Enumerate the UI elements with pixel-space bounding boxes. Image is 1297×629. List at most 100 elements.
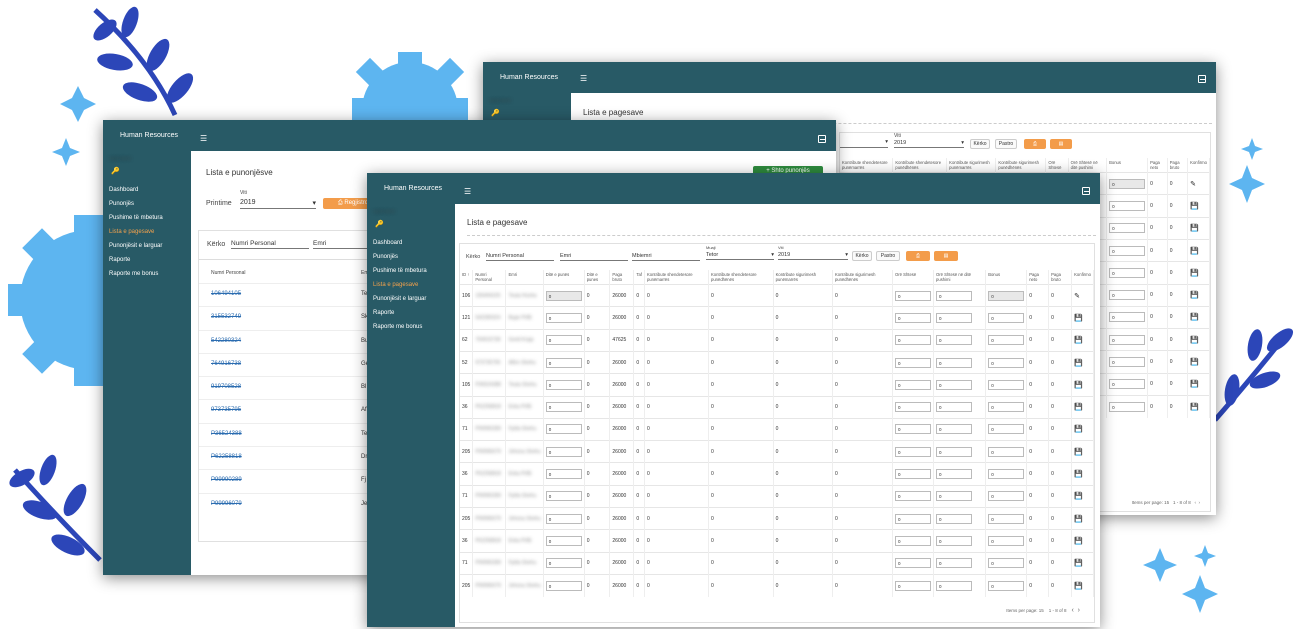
column-header[interactable]: Numri Personal (472, 270, 507, 285)
export-button[interactable]: ▤ (1050, 139, 1072, 149)
column-header[interactable]: Orë Shtesë (892, 270, 935, 285)
workdays-input[interactable]: 0 (545, 379, 582, 390)
workdays-input[interactable]: 0 (545, 446, 582, 457)
personal-number-link[interactable]: 542280324 (211, 338, 241, 344)
bonus-input[interactable]: 0 (1109, 357, 1146, 368)
bonus-input[interactable]: 0 (988, 558, 1025, 569)
column-header[interactable]: Ditë e punës (543, 270, 585, 285)
column-header[interactable]: Taf (633, 270, 645, 285)
overtime-input[interactable]: 0 (895, 402, 932, 413)
column-header[interactable]: Kontribute sigurimesh punëdhënës (995, 158, 1047, 173)
save-icon[interactable]: 💾 (1074, 560, 1083, 567)
prev-page-icon[interactable]: ‹ (1194, 500, 1196, 505)
month-select[interactable]: Tetor ▾ (706, 251, 774, 260)
clear-button[interactable]: Pastro (995, 139, 1017, 149)
save-icon[interactable]: 💾 (1190, 381, 1199, 388)
overtime-input[interactable]: 0 (895, 357, 932, 368)
exit-icon[interactable] (1198, 75, 1206, 83)
workdays-input[interactable]: 0 (545, 558, 582, 569)
overtime-input[interactable]: 0 (895, 558, 932, 569)
column-header[interactable]: Orë Shtesë në ditë pushimi (1068, 158, 1108, 173)
search-button[interactable]: Kërko (852, 251, 872, 261)
column-header[interactable]: Kontribute sigurimesh punëmarrës (773, 270, 833, 285)
bonus-input[interactable]: 0 (988, 357, 1025, 368)
key-icon[interactable]: 🔑 (367, 220, 455, 228)
edit-icon[interactable]: ✎ (1190, 181, 1196, 188)
column-header[interactable]: Bonus (1106, 158, 1149, 173)
bonus-input[interactable]: 0 (988, 491, 1025, 502)
save-icon[interactable]: 💾 (1074, 471, 1083, 478)
column-header[interactable]: Emri (505, 270, 544, 285)
prev-page-icon[interactable]: ‹ (1072, 607, 1074, 614)
holiday-overtime-input[interactable]: 0 (936, 379, 973, 390)
exit-icon[interactable] (818, 135, 826, 143)
column-header[interactable]: Kontribute shendetesore punëmarrës (840, 158, 894, 173)
holiday-overtime-input[interactable]: 0 (936, 491, 973, 502)
sidebar-item[interactable]: Pushime të mbetura (103, 211, 191, 225)
bonus-input[interactable]: 0 (1109, 290, 1146, 301)
filter-month[interactable]: ▾ (840, 138, 888, 148)
bonus-input[interactable]: 0 (988, 335, 1025, 346)
bonus-input[interactable]: 0 (988, 446, 1025, 457)
column-header[interactable]: Kontribute sigurimesh punëdhënës (832, 270, 894, 285)
sidebar-item[interactable]: Dashboard (103, 183, 191, 197)
clear-button[interactable]: Pastro (876, 251, 900, 261)
print-button[interactable]: ⎙ (906, 251, 930, 261)
save-icon[interactable]: 💾 (1190, 359, 1199, 366)
workdays-input[interactable]: 0 (545, 491, 582, 502)
save-icon[interactable]: 💾 (1190, 225, 1199, 232)
overtime-input[interactable]: 0 (895, 580, 932, 591)
bonus-input[interactable]: 0 (988, 290, 1025, 301)
column-header[interactable]: Paga neto (1026, 270, 1050, 285)
workdays-input[interactable]: 0 (545, 535, 582, 546)
overtime-input[interactable]: 0 (895, 513, 932, 524)
column-header[interactable]: ID ↑ (460, 270, 474, 285)
bonus-input[interactable]: 0 (988, 313, 1025, 323)
holiday-overtime-input[interactable]: 0 (936, 513, 973, 524)
column-header[interactable]: Kontribute shendetesore punëdhënës (892, 158, 948, 173)
export-button[interactable]: ▤ (934, 251, 958, 261)
sidebar-item[interactable]: Dashboard (367, 236, 455, 250)
personal-number-link[interactable]: 315532749 (211, 314, 241, 320)
save-icon[interactable]: 💾 (1074, 449, 1083, 456)
overtime-input[interactable]: 0 (895, 313, 932, 323)
column-header[interactable]: Bonus (985, 270, 1028, 285)
sidebar-item[interactable]: Punonjësit e larguar (103, 239, 191, 253)
bonus-input[interactable]: 0 (1109, 334, 1146, 345)
save-icon[interactable]: 💾 (1074, 516, 1083, 523)
personal-number-link[interactable]: 973735795 (211, 407, 241, 413)
column-header[interactable]: Konfirmo (1187, 158, 1210, 173)
workdays-input[interactable]: 0 (545, 290, 582, 301)
save-icon[interactable]: 💾 (1074, 538, 1083, 545)
bonus-input[interactable]: 0 (1109, 223, 1146, 234)
sidebar-item[interactable]: Raporte me bonus (103, 267, 191, 281)
year-select[interactable]: 2019 ▾ (240, 198, 316, 209)
column-header[interactable]: Kontribute shendetesore punëmarrës (644, 270, 710, 285)
overtime-input[interactable]: 0 (895, 424, 932, 435)
save-icon[interactable]: 💾 (1190, 337, 1199, 344)
bonus-input[interactable]: 0 (988, 469, 1025, 480)
name-field[interactable]: Emri (313, 239, 373, 249)
exit-icon[interactable] (1082, 187, 1090, 195)
bonus-input[interactable]: 0 (1109, 379, 1146, 390)
personal-number-link[interactable]: P99996079 (211, 501, 242, 507)
personal-number-link[interactable]: 764916738 (211, 361, 241, 367)
sidebar-item[interactable]: Lista e pagesave (103, 225, 191, 239)
column-header[interactable]: Paga bruto (1167, 158, 1189, 173)
holiday-overtime-input[interactable]: 0 (936, 402, 973, 413)
save-icon[interactable]: 💾 (1190, 203, 1199, 210)
workdays-input[interactable]: 0 (545, 313, 582, 323)
sidebar-item[interactable]: Punonjës (103, 197, 191, 211)
workdays-input[interactable]: 0 (545, 580, 582, 591)
key-icon[interactable]: 🔑 (103, 167, 191, 175)
bonus-input[interactable]: 0 (1109, 312, 1146, 323)
bonus-input[interactable]: 0 (1109, 401, 1146, 412)
sidebar-item[interactable]: Raporte (367, 306, 455, 320)
overtime-input[interactable]: 0 (895, 335, 932, 346)
workdays-input[interactable]: 0 (545, 513, 582, 524)
holiday-overtime-input[interactable]: 0 (936, 424, 973, 435)
bonus-input[interactable]: 0 (988, 513, 1025, 524)
workdays-input[interactable]: 0 (545, 424, 582, 435)
next-page-icon[interactable]: › (1078, 607, 1080, 614)
next-page-icon[interactable]: › (1199, 500, 1201, 505)
